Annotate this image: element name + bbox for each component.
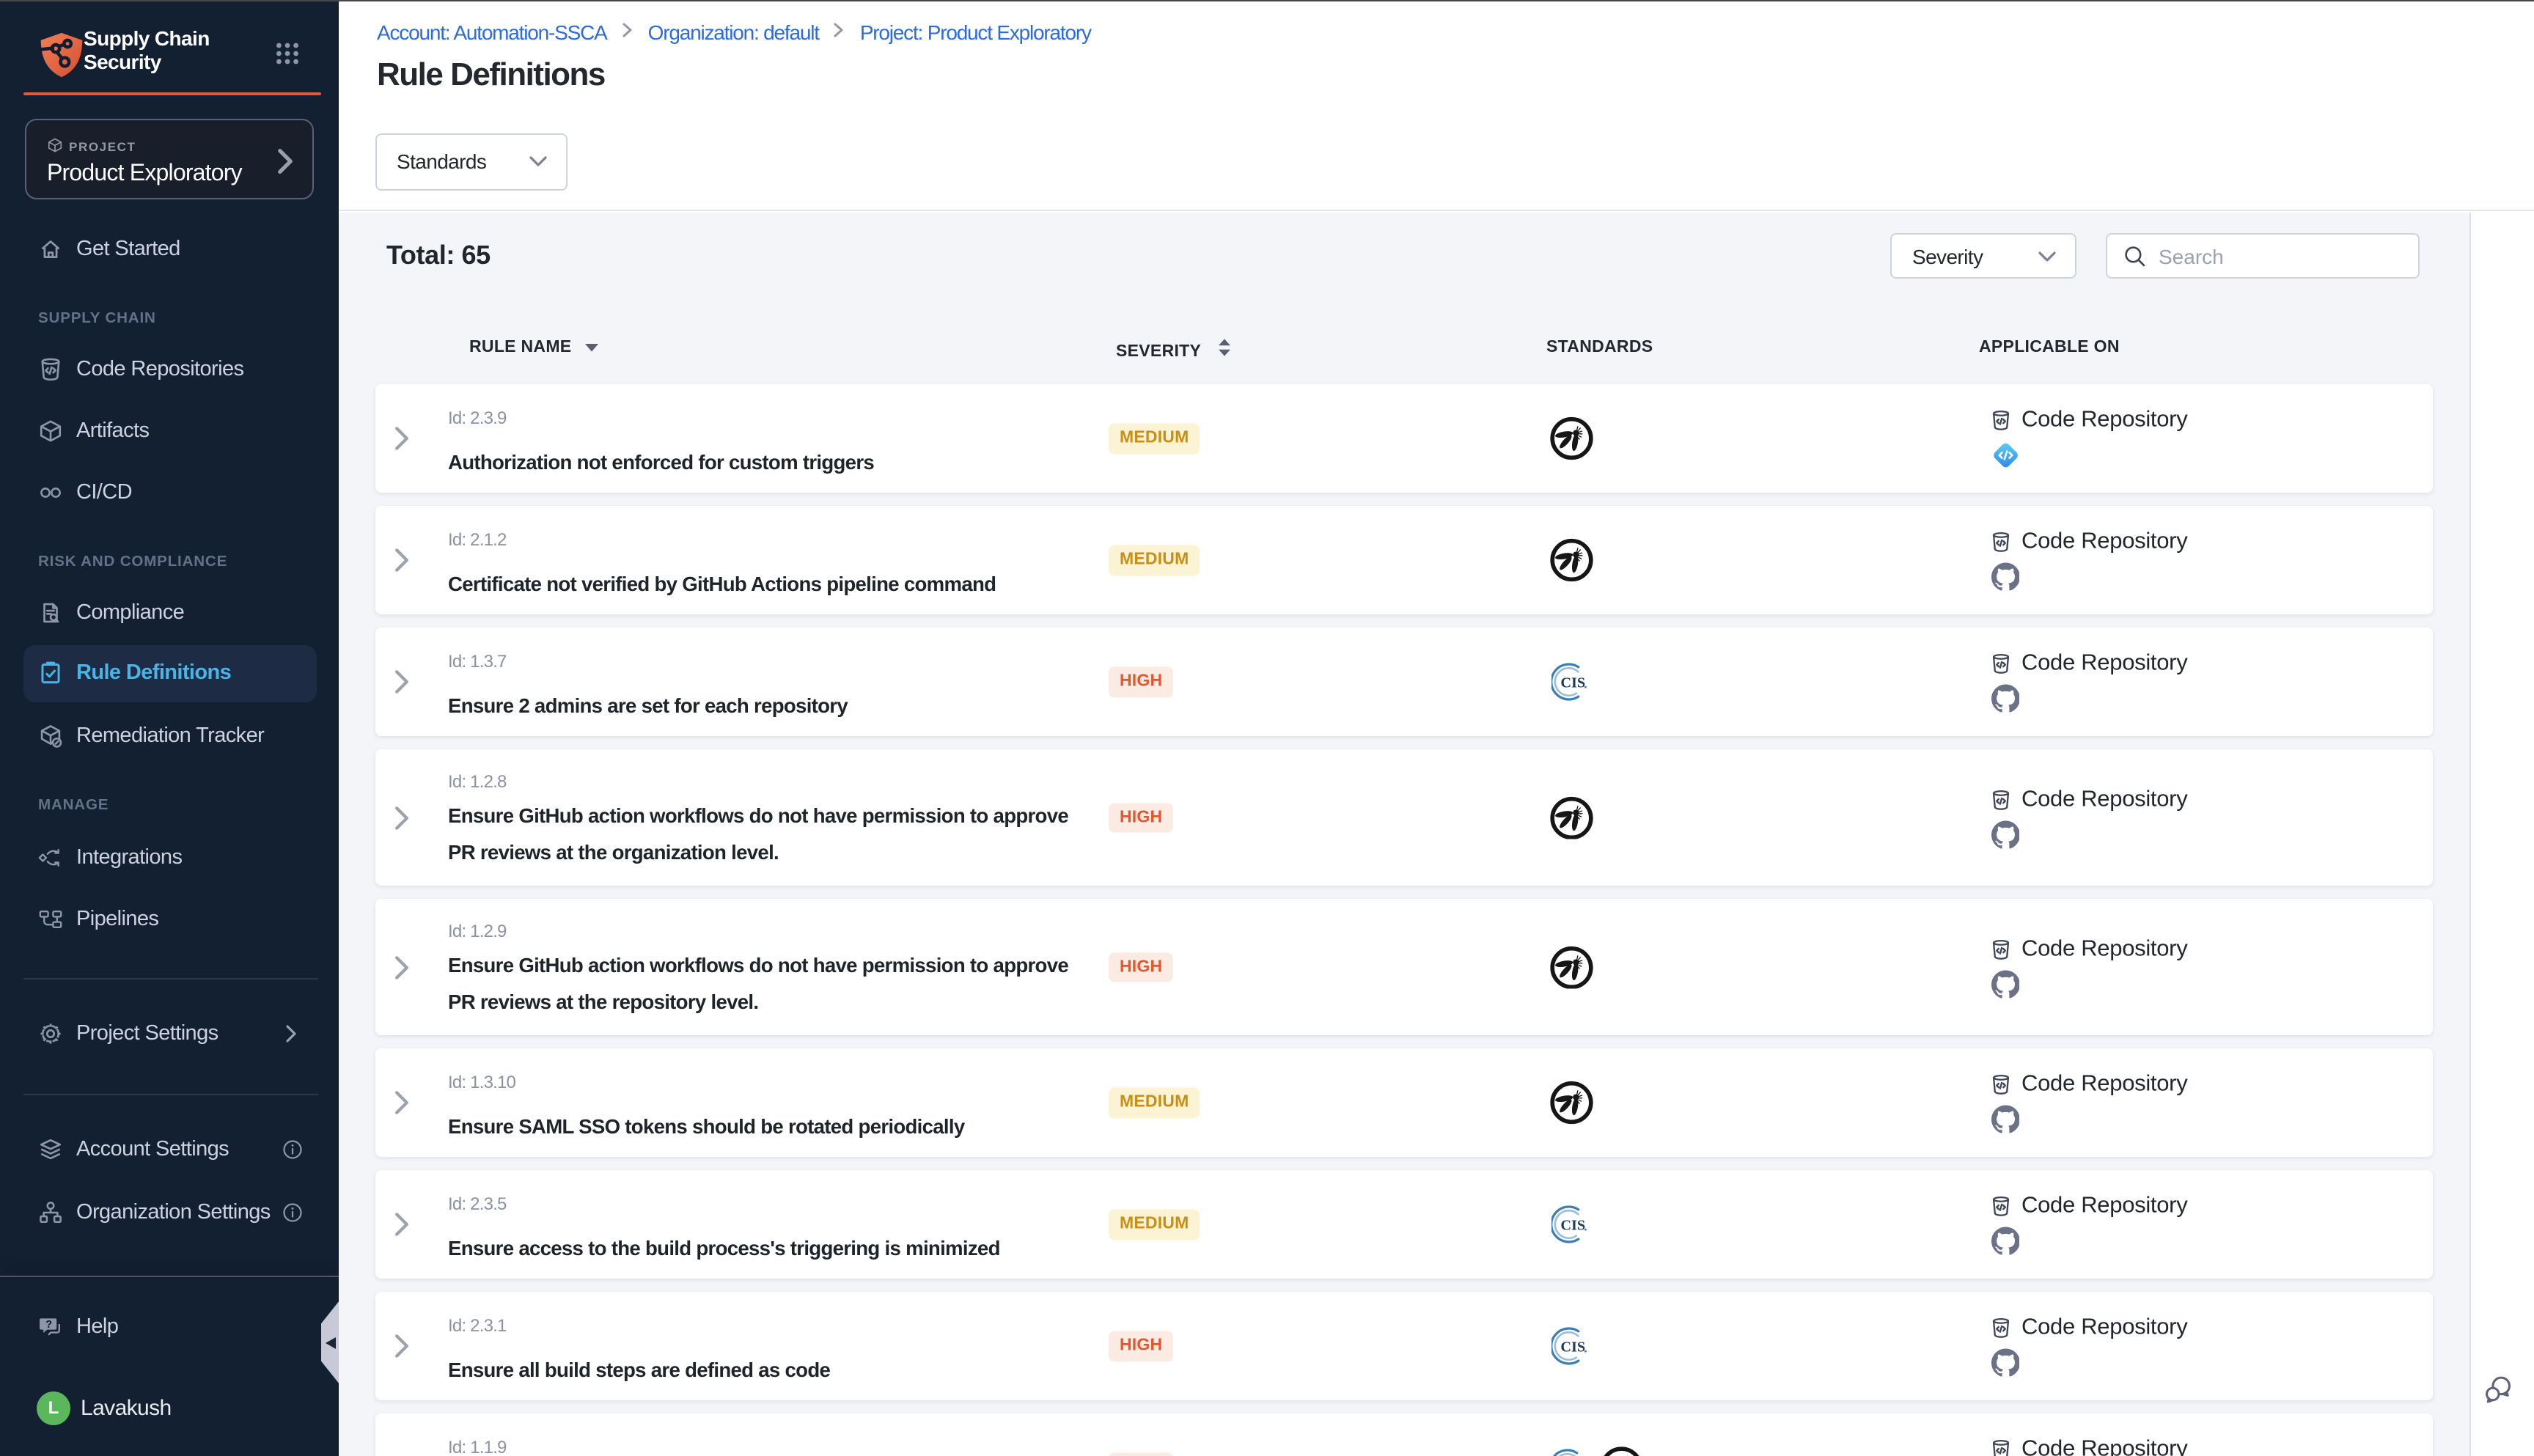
svg-text:?: ? xyxy=(45,1318,52,1331)
